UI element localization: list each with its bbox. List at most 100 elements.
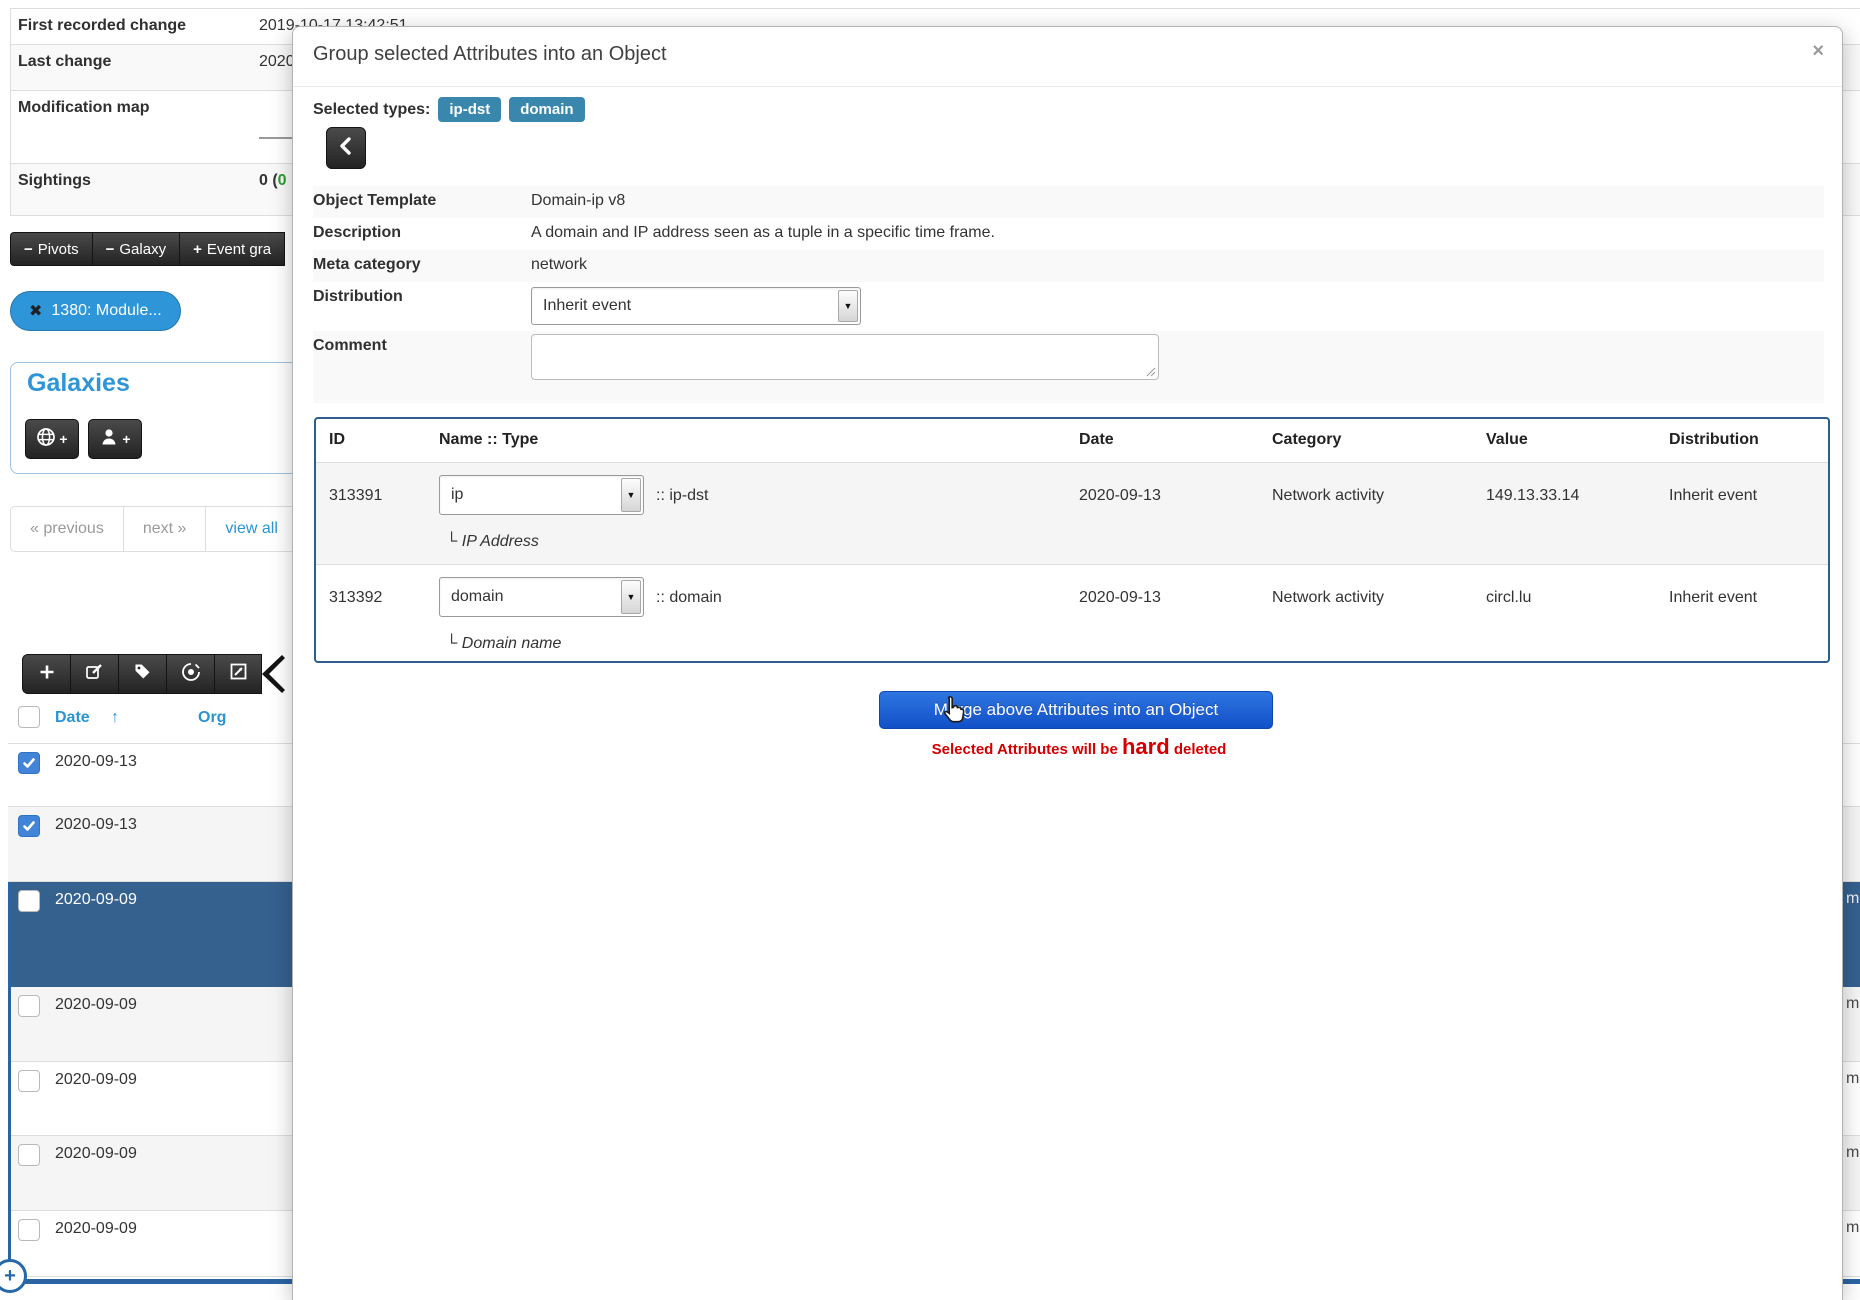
- plus-icon: +: [59, 431, 67, 447]
- name-type-header: Name :: Type: [439, 431, 538, 449]
- row-checkbox[interactable]: [18, 890, 40, 912]
- truncated-org-text: m: [1846, 1070, 1859, 1088]
- row-checkbox[interactable]: [18, 1144, 40, 1166]
- row-checkbox[interactable]: [18, 995, 40, 1017]
- object-relation-select[interactable]: ip ▼: [439, 475, 644, 515]
- minus-icon: −: [24, 241, 33, 258]
- sightings-value: 0 (0: [259, 172, 287, 190]
- merge-button[interactable]: Merge above Attributes into an Object: [879, 691, 1273, 729]
- modal-table-header: ID Name :: Type Date Category Value Dist…: [316, 419, 1828, 463]
- tag-icon-button[interactable]: [118, 654, 166, 694]
- truncated-org-text: m: [1846, 1219, 1859, 1237]
- date-column-header[interactable]: Date: [55, 709, 90, 727]
- description-value: A domain and IP address seen as a tuple …: [531, 224, 995, 242]
- distribution-label: Distribution: [313, 288, 403, 306]
- crop-icon: [229, 662, 248, 686]
- warning-suffix: deleted: [1170, 741, 1227, 758]
- back-button[interactable]: [326, 127, 366, 169]
- row-date: 2020-09-09: [55, 1220, 137, 1238]
- next-page-button[interactable]: next »: [123, 506, 207, 552]
- row-checkbox[interactable]: [18, 815, 40, 837]
- previous-page-button[interactable]: « previous: [10, 506, 124, 552]
- row-date: 2020-09-13: [55, 816, 137, 834]
- sightings-count: 0 (: [259, 172, 278, 189]
- select-all-checkbox[interactable]: [18, 706, 40, 728]
- row-date: 2020-09-09: [55, 1145, 137, 1163]
- comment-label: Comment: [313, 337, 387, 355]
- row-checkbox[interactable]: [18, 1070, 40, 1092]
- resize-handle-icon[interactable]: [1146, 367, 1156, 377]
- chevron-down-icon: ▼: [838, 290, 858, 322]
- form-row-distribution: Distribution Inherit event ▼: [313, 282, 1824, 331]
- modal-title: Group selected Attributes into an Object: [313, 43, 667, 66]
- add-global-galaxy-button[interactable]: +: [25, 419, 79, 459]
- pivots-button-label: Pivots: [38, 241, 79, 258]
- id-header: ID: [329, 431, 345, 449]
- attribute-value: circl.lu: [1486, 589, 1531, 607]
- galaxy-icon: [181, 662, 201, 687]
- modal-attributes-table: ID Name :: Type Date Category Value Dist…: [314, 417, 1830, 663]
- distribution-select[interactable]: Inherit event ▼: [531, 287, 861, 325]
- object-template-label: Object Template: [313, 192, 436, 210]
- attribute-id: 313391: [329, 487, 382, 505]
- comment-textarea[interactable]: [531, 334, 1159, 380]
- form-row-meta-category: Meta category network: [313, 250, 1824, 282]
- form-row-description: Description A domain and IP address seen…: [313, 218, 1824, 250]
- selected-types-row: Selected types: ip-dst domain: [313, 97, 585, 122]
- add-attribute-button[interactable]: [22, 654, 70, 694]
- add-local-galaxy-button[interactable]: +: [88, 419, 142, 459]
- row-checkbox[interactable]: [18, 1219, 40, 1241]
- relation-description: └ IP Address: [446, 533, 539, 551]
- event-graph-button[interactable]: + Event gra: [179, 232, 285, 266]
- modification-sparkline: [259, 137, 295, 139]
- modal-attribute-row: 313392 domain ▼ :: domain └ Domain name …: [316, 564, 1828, 663]
- truncated-org-text: m: [1846, 995, 1859, 1013]
- modal-attribute-row: 313391 ip ▼ :: ip-dst └ IP Address 2020-…: [316, 463, 1828, 564]
- corner-icon: └: [446, 635, 457, 652]
- attribute-toolbar: [22, 654, 262, 694]
- sightings-positive-count: 0: [278, 172, 287, 189]
- object-relation-value: domain: [451, 588, 503, 606]
- pivot-pill[interactable]: ✖ 1380: Module...: [10, 291, 181, 331]
- object-template-link[interactable]: Domain-ip v8: [531, 192, 625, 210]
- warning-prefix: Selected Attributes will be: [932, 741, 1122, 758]
- misp-event-page: First recorded change 2019-10-17 13:42:5…: [0, 0, 1860, 1300]
- category-header: Category: [1272, 431, 1341, 449]
- edit-attributes-button[interactable]: [70, 654, 118, 694]
- modal-header: Group selected Attributes into an Object…: [293, 27, 1842, 87]
- truncated-org-text: m: [1846, 1144, 1859, 1162]
- collapse-chevron-button[interactable]: [252, 654, 286, 699]
- info-label: Sightings: [18, 172, 91, 190]
- quick-add-button[interactable]: +: [0, 1259, 27, 1293]
- row-checkbox[interactable]: [18, 752, 40, 774]
- info-label: Last change: [18, 53, 111, 71]
- edit-icon: [85, 662, 104, 686]
- event-graph-button-label: Event gra: [207, 241, 271, 258]
- object-relation-select[interactable]: domain ▼: [439, 577, 644, 617]
- table-focus-border-left: [8, 882, 11, 1279]
- info-value: 2020: [259, 53, 295, 71]
- pivots-button[interactable]: − Pivots: [10, 232, 92, 266]
- pivot-pill-label: 1380: Module...: [51, 302, 161, 320]
- group-attributes-modal: Group selected Attributes into an Object…: [292, 26, 1843, 1300]
- chevron-down-icon: ▼: [621, 478, 641, 512]
- plus-icon: +: [122, 431, 130, 447]
- relation-description-text: Domain name: [462, 635, 562, 652]
- tag-icon: [133, 662, 152, 686]
- galaxy-icon-button[interactable]: [166, 654, 214, 694]
- row-date: 2020-09-13: [55, 753, 137, 771]
- form-row-comment: Comment: [313, 331, 1824, 403]
- row-date: 2020-09-09: [55, 891, 137, 909]
- org-column-header[interactable]: Org: [198, 709, 226, 727]
- plus-icon: [38, 663, 56, 686]
- galaxy-button[interactable]: − Galaxy: [92, 232, 179, 266]
- attribute-id: 313392: [329, 589, 382, 607]
- attribute-value: 149.13.33.14: [1486, 487, 1579, 505]
- close-icon[interactable]: ×: [1812, 40, 1824, 63]
- view-all-button[interactable]: view all: [205, 506, 297, 552]
- attribute-distribution: Inherit event: [1669, 487, 1757, 505]
- close-icon[interactable]: ✖: [29, 301, 42, 321]
- attribute-category: Network activity: [1272, 589, 1384, 607]
- type-badge-domain: domain: [509, 97, 584, 122]
- sort-ascending-icon[interactable]: ↑: [111, 709, 119, 727]
